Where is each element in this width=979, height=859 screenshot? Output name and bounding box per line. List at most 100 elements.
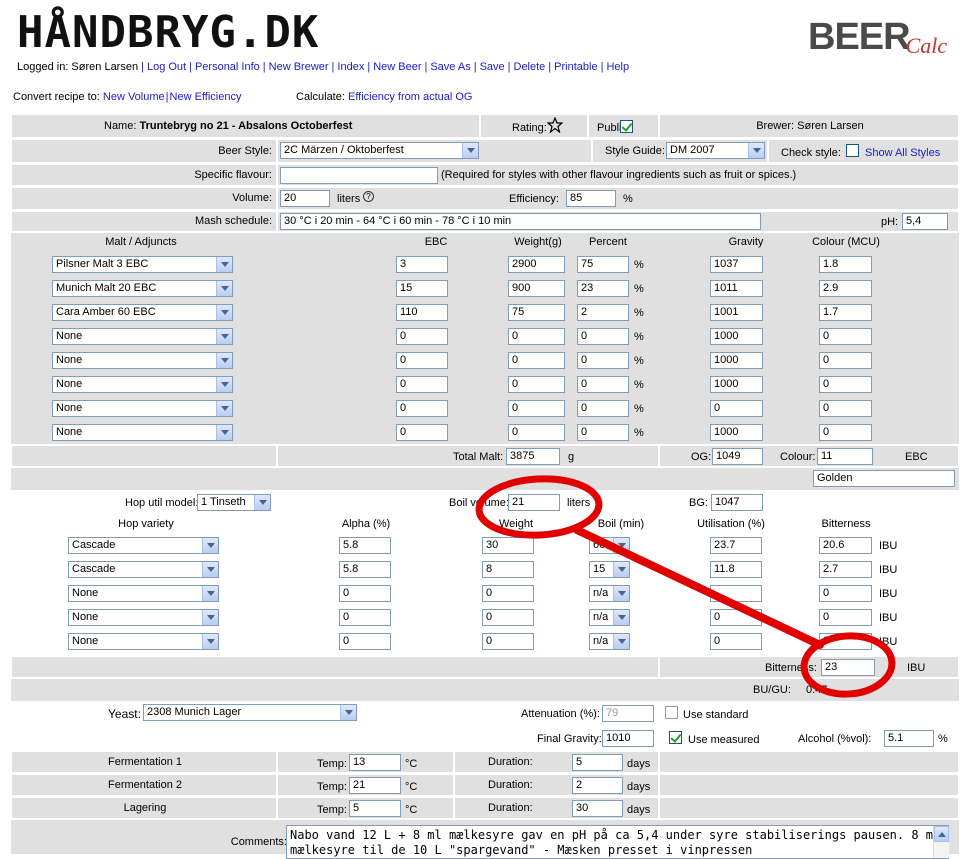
hop-boil-select[interactable]: 15 [589, 561, 630, 578]
hop-weight-input[interactable]: 0 [482, 609, 534, 626]
malt-percent-input[interactable]: 0 [577, 400, 629, 417]
malt-ebc-input[interactable]: 0 [396, 352, 448, 369]
style-guide-select[interactable]: DM 2007 [666, 142, 765, 159]
malt-weight-input[interactable]: 0 [508, 352, 565, 369]
malt-percent-input[interactable]: 23 [577, 280, 629, 297]
malt-select[interactable]: Pilsner Malt 3 EBC [52, 256, 233, 273]
mash-schedule-input[interactable]: 30 °C i 20 min - 64 °C i 60 min - 78 °C … [280, 213, 761, 230]
malt-select[interactable]: None [52, 352, 233, 369]
hop-alpha-input[interactable]: 0 [339, 633, 391, 650]
hop-boil-select[interactable]: 60 [589, 537, 630, 554]
malt-weight-input[interactable]: 0 [508, 400, 565, 417]
nav-personal-info[interactable]: Personal Info [195, 61, 260, 73]
nav-save[interactable]: Save [480, 61, 505, 73]
hop-weight-input[interactable]: 0 [482, 633, 534, 650]
hop-alpha-input[interactable]: 0 [339, 609, 391, 626]
convert-new-efficiency[interactable]: New Efficiency [170, 91, 242, 103]
malt-ebc-input[interactable]: 0 [396, 400, 448, 417]
malt-percent-input[interactable]: 0 [577, 376, 629, 393]
hop-alpha-input[interactable]: 0 [339, 585, 391, 602]
bugu-cell: BU/GU: 0.47 [11, 679, 959, 701]
malt-select[interactable]: Cara Amber 60 EBC [52, 304, 233, 321]
malt-select[interactable]: Munich Malt 20 EBC [52, 280, 233, 297]
hop-variety-select[interactable]: None [68, 585, 219, 602]
nav-new-beer[interactable]: New Beer [373, 61, 421, 73]
malt-select[interactable]: None [52, 376, 233, 393]
fermentation-name-cell: Lagering [11, 797, 277, 819]
bugu-row: BU/GU: 0.47 [11, 679, 959, 701]
hop-weight-input[interactable]: 30 [482, 537, 534, 554]
malt-weight-input[interactable]: 900 [508, 280, 565, 297]
hop-variety-select[interactable]: Cascade [68, 537, 219, 554]
fermentation-duration-input[interactable]: 5 [572, 754, 623, 771]
malt-select[interactable]: None [52, 424, 233, 441]
hop-variety-select[interactable]: None [68, 633, 219, 650]
malt-weight-input[interactable]: 0 [508, 424, 565, 441]
fermentation-temp-input[interactable]: 21 [349, 777, 401, 794]
nav-index[interactable]: Index [337, 61, 364, 73]
public-checkbox[interactable] [620, 120, 633, 133]
ph-input[interactable]: 5,4 [902, 213, 948, 230]
malt-weight-input[interactable]: 0 [508, 376, 565, 393]
malt-percent-input[interactable]: 0 [577, 328, 629, 345]
nav-help[interactable]: Help [606, 61, 629, 73]
convert-new-volume[interactable]: New Volume [103, 91, 165, 103]
comments-scrollbar[interactable] [933, 826, 949, 858]
hop-variety-select[interactable]: Cascade [68, 561, 219, 578]
malt-ebc-input[interactable]: 110 [396, 304, 448, 321]
flavour-input[interactable] [280, 167, 438, 184]
hop-boil-select[interactable]: n/a [589, 609, 630, 626]
scroll-up-icon[interactable] [934, 826, 949, 842]
use-measured-checkbox[interactable] [669, 731, 682, 744]
nav-delete[interactable]: Delete [514, 61, 546, 73]
chevron-down-icon [254, 495, 270, 510]
malt-weight-input[interactable]: 75 [508, 304, 565, 321]
malt-percent-input[interactable]: 0 [577, 424, 629, 441]
beer-style-select[interactable]: 2C Märzen / Oktoberfest [280, 142, 479, 159]
hop-alpha-input[interactable]: 5.8 [339, 561, 391, 578]
malt-select[interactable]: None [52, 400, 233, 417]
malt-percent-input[interactable]: 0 [577, 352, 629, 369]
yeast-select[interactable]: 2308 Munich Lager [143, 704, 357, 721]
calc-efficiency-og[interactable]: Efficiency from actual OG [348, 91, 473, 103]
malt-percent-input[interactable]: 75 [577, 256, 629, 273]
hop-boil-select[interactable]: n/a [589, 633, 630, 650]
hop-util-input: 11.8 [710, 561, 762, 578]
nav-save-as[interactable]: Save As [430, 61, 470, 73]
show-all-styles-link[interactable]: Show All Styles [865, 147, 940, 159]
attenuation-input[interactable]: 79 [602, 705, 654, 722]
nav-log-out[interactable]: Log Out [147, 61, 186, 73]
fermentation-temp-input[interactable]: 5 [349, 800, 401, 817]
hop-weight-input[interactable]: 0 [482, 585, 534, 602]
malt-select[interactable]: None [52, 328, 233, 345]
final-gravity-input[interactable]: 1010 [602, 730, 654, 747]
malt-ebc-input[interactable]: 0 [396, 328, 448, 345]
boil-volume-input[interactable]: 21 [508, 494, 560, 511]
star-icon[interactable] [547, 117, 563, 133]
malt-percent-input[interactable]: 2 [577, 304, 629, 321]
hop-util-select[interactable]: 1 Tinseth [197, 494, 271, 511]
malt-weight-input[interactable]: 2900 [508, 256, 565, 273]
malt-ebc-input[interactable]: 3 [396, 256, 448, 273]
hop-weight-input[interactable]: 8 [482, 561, 534, 578]
use-standard-checkbox[interactable] [665, 706, 678, 719]
malt-ebc-input[interactable]: 0 [396, 424, 448, 441]
volume-input[interactable]: 20 [280, 190, 330, 207]
hop-util-value: 1 Tinseth [201, 496, 246, 508]
check-style-checkbox[interactable] [846, 144, 859, 157]
efficiency-input[interactable]: 85 [566, 190, 616, 207]
malt-ebc-input[interactable]: 0 [396, 376, 448, 393]
fermentation-duration-input[interactable]: 2 [572, 777, 623, 794]
fermentation-temp-input[interactable]: 13 [349, 754, 401, 771]
nav-printable[interactable]: Printable [554, 61, 597, 73]
chevron-down-icon [202, 586, 218, 601]
yeast-section: Yeast: 2308 Munich Lager Attenuation (%)… [11, 702, 959, 750]
fermentation-duration-input[interactable]: 30 [572, 800, 623, 817]
hop-alpha-input[interactable]: 5.8 [339, 537, 391, 554]
nav-new-brewer[interactable]: New Brewer [269, 61, 329, 73]
hop-boil-select[interactable]: n/a [589, 585, 630, 602]
hop-variety-select[interactable]: None [68, 609, 219, 626]
malt-ebc-input[interactable]: 15 [396, 280, 448, 297]
malt-weight-input[interactable]: 0 [508, 328, 565, 345]
help-icon[interactable]: ? [363, 191, 374, 202]
